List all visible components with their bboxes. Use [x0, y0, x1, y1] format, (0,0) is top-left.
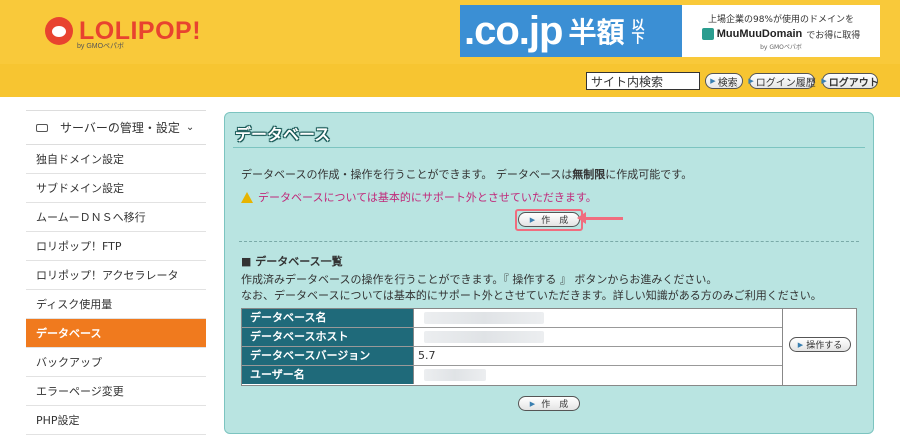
login-history-button[interactable]: ▶ ログイン履歴 [748, 73, 816, 89]
operate-button[interactable]: ▶ 操作する [789, 337, 851, 352]
sidebar-item-backup[interactable]: バックアップ [26, 348, 206, 377]
redacted-value [424, 331, 544, 343]
redacted-value [424, 369, 486, 381]
banner-ika: 以下 [628, 18, 644, 44]
site-search-input[interactable] [586, 72, 700, 90]
server-icon [36, 123, 48, 132]
title-divider [233, 147, 865, 148]
sidebar-item-accelerator[interactable]: ロリポップ！アクセラレータ [26, 261, 206, 290]
row-key: データベースバージョン [242, 347, 414, 365]
banner-line3: by GMOペパボ [760, 43, 802, 51]
search-button[interactable]: ▶ 検索 [705, 73, 743, 89]
sidebar-item-database[interactable]: データベース [26, 319, 206, 348]
logo-text: LOLIPOP! [79, 17, 202, 45]
banner-left: .co.jp 半額 以下 [460, 5, 682, 57]
database-description: データベースの作成・操作を行うことができます。 データベースは無制限に作成可能で… [241, 166, 692, 182]
play-arrow-icon: ▶ [529, 215, 536, 224]
chevron-down-icon: ⌄ [185, 122, 195, 133]
row-key: データベースホスト [242, 328, 414, 346]
sidebar-item-muumuu-dns[interactable]: ムームーＤＮＳへ移行 [26, 203, 206, 232]
row-value [414, 366, 782, 384]
database-list-desc2: なお、データベースについては基本的にサポート外とさせていただきます。詳しい知識が… [241, 289, 822, 302]
create-button-label: 作 成 [541, 216, 569, 226]
database-list-title: ■ データベース一覧 [241, 255, 343, 268]
banner-domain: .co.jp [464, 9, 563, 53]
row-value [414, 309, 782, 327]
redacted-value [424, 312, 544, 324]
banner-brand: MuuMuuDomain [716, 28, 803, 40]
create-button-bottom-label: 作 成 [541, 400, 569, 410]
lolipop-logo-icon [45, 17, 73, 45]
play-arrow-icon: ▶ [748, 77, 754, 85]
section-divider [239, 241, 859, 242]
desc-prefix: データベースの作成・操作を行うことができます。 データベースは [241, 168, 573, 181]
row-value [414, 328, 782, 346]
database-table: データベース名 データベースホスト データベースバージョン 5.7 ユーザー名 [241, 308, 857, 386]
sidebar-item-custom-domain[interactable]: 独自ドメイン設定 [26, 145, 206, 174]
ad-banner[interactable]: .co.jp 半額 以下 上場企業の98%が使用のドメインを MuuMuuDom… [460, 5, 880, 57]
banner-line1: 上場企業の98%が使用のドメインを [707, 14, 854, 25]
banner-right: 上場企業の98%が使用のドメインを MuuMuuDomain でお得に取得 by… [682, 5, 880, 57]
database-panel: データベース データベースの作成・操作を行うことができます。 データベースは無制… [224, 112, 874, 434]
operate-button-label: 操作する [806, 341, 843, 351]
play-arrow-icon: ▶ [821, 77, 827, 85]
warning-text: データベースについては基本的にサポート外とさせていただきます。 [258, 191, 597, 204]
table-row: データベース名 [242, 309, 782, 328]
play-arrow-icon: ▶ [529, 399, 536, 408]
sidebar-item-disk-usage[interactable]: ディスク使用量 [26, 290, 206, 319]
sidebar-item-error-page[interactable]: エラーページ変更 [26, 377, 206, 406]
page-title: データベース [235, 125, 331, 144]
sidebar-item-php-settings[interactable]: PHP設定 [26, 406, 206, 435]
operate-cell: ▶ 操作する [782, 309, 856, 385]
sidebar-item-ftp[interactable]: ロリポップ！FTP [26, 232, 206, 261]
database-version-value: 5.7 [414, 347, 782, 365]
banner-half: 半額 [568, 16, 625, 49]
logo-subtitle: by GMOペパボ [77, 43, 125, 50]
support-warning: データベースについては基本的にサポート外とさせていただきます。 [241, 189, 597, 205]
create-database-button[interactable]: ▶ 作 成 [518, 212, 580, 227]
muumuu-logo-icon [701, 28, 714, 40]
logout-label: ログアウト [828, 77, 879, 89]
logout-button[interactable]: ▶ ログアウト [821, 73, 879, 89]
sidebar-group-label: サーバーの管理・設定 [60, 121, 180, 135]
sidebar: サーバーの管理・設定 ⌄ 独自ドメイン設定 サブドメイン設定 ムームーＤＮＳへ移… [26, 110, 206, 440]
desc-bold: 無制限 [572, 168, 606, 181]
play-arrow-icon: ▶ [710, 77, 716, 85]
sidebar-group-server[interactable]: サーバーの管理・設定 ⌄ [26, 111, 206, 145]
pointer-arrow-icon [577, 212, 623, 224]
database-list-desc1: 作成済みデータベースの操作を行うことができます。『 操作する 』 ボタンからお進… [241, 273, 718, 286]
banner-line2-suffix: でお得に取得 [806, 30, 861, 41]
row-key: データベース名 [242, 309, 414, 327]
banner-line2: MuuMuuDomain でお得に取得 [701, 28, 861, 41]
row-key: ユーザー名 [242, 366, 414, 384]
login-history-label: ログイン履歴 [755, 77, 816, 89]
table-row: データベースホスト [242, 328, 782, 347]
table-row: ユーザー名 [242, 366, 782, 385]
desc-suffix: に作成可能です。 [605, 168, 693, 181]
play-arrow-icon: ▶ [797, 340, 804, 349]
warning-icon [241, 191, 253, 203]
table-row: データベースバージョン 5.7 [242, 347, 782, 366]
search-button-label: 検索 [717, 77, 738, 89]
sidebar-item-subdomain[interactable]: サブドメイン設定 [26, 174, 206, 203]
create-database-button-bottom[interactable]: ▶ 作 成 [518, 396, 580, 411]
